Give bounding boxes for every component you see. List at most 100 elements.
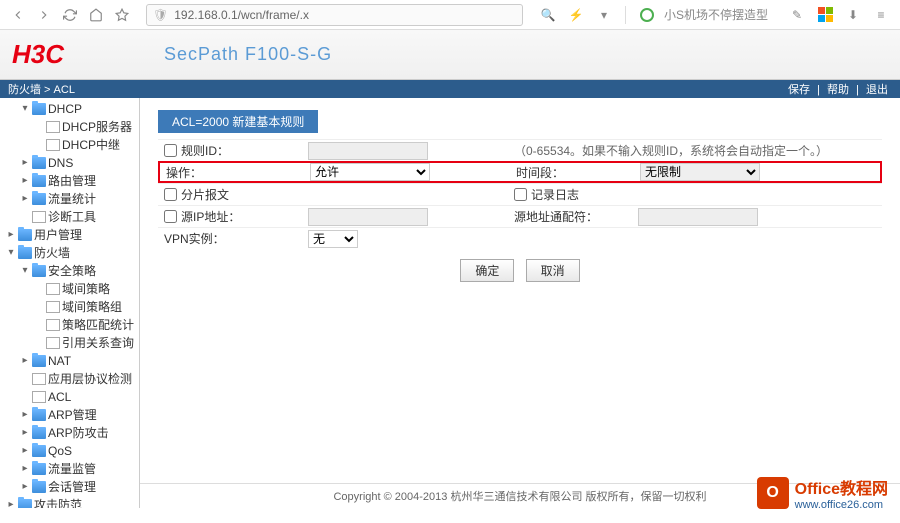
edit-icon[interactable]: ✎ (788, 6, 806, 24)
rule-id-checkbox[interactable] (164, 144, 177, 157)
rule-id-label: 规则ID： (181, 142, 229, 159)
search-icon[interactable]: 🔍 (539, 6, 557, 24)
folder-icon (18, 499, 32, 508)
expand-icon: ▸ (18, 407, 32, 423)
sidebar-item-label: 策略匹配统计 (62, 317, 134, 333)
extension-text: 小S机场不停摆造型 (664, 6, 768, 23)
download-icon[interactable]: ⬇ (844, 6, 862, 24)
row-srcip: 源IP地址： 源地址通配符： (158, 205, 882, 227)
sidebar-item[interactable]: 域间策略 (0, 280, 139, 298)
watermark-icon: O (757, 477, 789, 509)
watermark: O Office教程网 www.office26.com (757, 475, 888, 511)
row-fragment: 分片报文 记录日志 (158, 183, 882, 205)
sidebar-item[interactable]: ▸ARP防攻击 (0, 424, 139, 442)
help-link[interactable]: 帮助 (827, 84, 849, 96)
sidebar-item[interactable]: ▸ NAT (0, 352, 139, 370)
collapse-icon: ▾ (4, 245, 18, 261)
sidebar-item[interactable]: ▸会话管理 (0, 478, 139, 496)
logo: H3C (12, 39, 64, 70)
folder-icon (18, 247, 32, 259)
content: ACL=2000 新建基本规则 规则ID： （0-65534。如果不输入规则ID… (140, 98, 900, 508)
page-icon (32, 391, 46, 403)
folder-icon (32, 265, 46, 277)
folder-icon (32, 463, 46, 475)
page-icon (32, 373, 46, 385)
cancel-button[interactable]: 取消 (526, 259, 580, 282)
tab-header: ACL=2000 新建基本规则 (158, 110, 318, 133)
sidebar-item[interactable]: 诊断工具 (0, 208, 139, 226)
sidebar-item[interactable]: ▾安全策略 (0, 262, 139, 280)
button-row: 确定 取消 (158, 249, 882, 292)
fragment-checkbox[interactable] (164, 188, 177, 201)
url-bar[interactable]: 🛡 192.168.0.1/wcn/frame/.x (146, 4, 523, 26)
timeslot-select[interactable]: 无限制 (640, 163, 760, 181)
log-checkbox[interactable] (514, 188, 527, 201)
page-icon (46, 319, 60, 331)
operation-select[interactable]: 允许 (310, 163, 430, 181)
folder-icon (32, 427, 46, 439)
vpn-select[interactable]: 无 (308, 230, 358, 248)
expand-icon: ▸ (18, 461, 32, 477)
breadcrumb: 防火墙 > ACL 保存 | 帮助 | 退出 (0, 80, 900, 98)
microsoft-icon[interactable] (816, 6, 834, 24)
sidebar-item-label: 流量统计 (48, 191, 96, 207)
save-link[interactable]: 保存 (788, 84, 810, 96)
srcwild-label: 源地址通配符： (514, 208, 598, 225)
sidebar-item[interactable]: ▾ 防火墙 (0, 244, 139, 262)
sidebar-item-label: ARP管理 (48, 407, 97, 423)
sidebar-item[interactable]: 应用层协议检测 (0, 370, 139, 388)
menu-icon[interactable]: ≡ (872, 6, 890, 24)
shield-icon: 🛡 (153, 8, 168, 22)
sidebar-item[interactable]: ▸QoS (0, 442, 139, 460)
sidebar-item[interactable]: ACL (0, 388, 139, 406)
form: 规则ID： （0-65534。如果不输入规则ID，系统将会自动指定一个。） 操作… (158, 139, 882, 292)
sidebar-item[interactable]: 策略匹配统计 (0, 316, 139, 334)
refresh-button[interactable] (60, 5, 80, 25)
sidebar-item[interactable]: ▸流量监管 (0, 460, 139, 478)
collapse-icon: ▾ (18, 263, 32, 279)
sidebar-item-label: 引用关系查询 (62, 335, 134, 351)
expand-icon: ▸ (18, 155, 32, 171)
sidebar-item[interactable]: ▸流量统计 (0, 190, 139, 208)
main: ▾DHCPDHCP服务器DHCP中继▸DNS▸路由管理▸流量统计诊断工具▸用户管… (0, 98, 900, 508)
folder-icon (32, 481, 46, 493)
sidebar-item[interactable]: ▸攻击防范 (0, 496, 139, 508)
browser-toolbar: 🛡 192.168.0.1/wcn/frame/.x 🔍 ⚡ ▾ 小S机场不停摆… (0, 0, 900, 30)
sidebar-item[interactable]: DHCP服务器 (0, 118, 139, 136)
extension-icon[interactable] (638, 6, 656, 24)
sidebar: ▾DHCPDHCP服务器DHCP中继▸DNS▸路由管理▸流量统计诊断工具▸用户管… (0, 98, 140, 508)
flash-icon[interactable]: ⚡ (567, 6, 585, 24)
sidebar-item[interactable]: 引用关系查询 (0, 334, 139, 352)
sidebar-item-label: 防火墙 (34, 245, 70, 261)
sidebar-item[interactable]: ▾ DHCP (0, 100, 139, 118)
back-button[interactable] (8, 5, 28, 25)
home-button[interactable] (86, 5, 106, 25)
srcip-input[interactable] (308, 208, 428, 226)
star-button[interactable] (112, 5, 132, 25)
rule-id-input[interactable] (308, 142, 428, 160)
sidebar-item-label: DHCP (48, 101, 82, 117)
sidebar-item[interactable]: ▸ ARP管理 (0, 406, 139, 424)
collapse-icon: ▾ (18, 101, 32, 117)
sidebar-item[interactable]: ▸ 用户管理 (0, 226, 139, 244)
sidebar-item-label: 会话管理 (48, 479, 96, 495)
folder-icon (32, 193, 46, 205)
expand-icon: ▸ (4, 227, 18, 243)
sidebar-item-label: 用户管理 (34, 227, 82, 243)
ok-button[interactable]: 确定 (460, 259, 514, 282)
sidebar-item[interactable]: ▸DNS (0, 154, 139, 172)
srcip-checkbox[interactable] (164, 210, 177, 223)
url-text: 192.168.0.1/wcn/frame/.x (174, 8, 516, 22)
sidebar-item-label: 诊断工具 (48, 209, 96, 225)
sidebar-item-label: NAT (48, 353, 71, 369)
dropdown-icon[interactable]: ▾ (595, 6, 613, 24)
sidebar-item[interactable]: ▸路由管理 (0, 172, 139, 190)
forward-button[interactable] (34, 5, 54, 25)
sidebar-item-label: 路由管理 (48, 173, 96, 189)
exit-link[interactable]: 退出 (866, 84, 888, 96)
expand-icon: ▸ (18, 353, 32, 369)
sidebar-item[interactable]: DHCP中继 (0, 136, 139, 154)
sidebar-item[interactable]: 域间策略组 (0, 298, 139, 316)
folder-icon (32, 157, 46, 169)
srcwild-input[interactable] (638, 208, 758, 226)
